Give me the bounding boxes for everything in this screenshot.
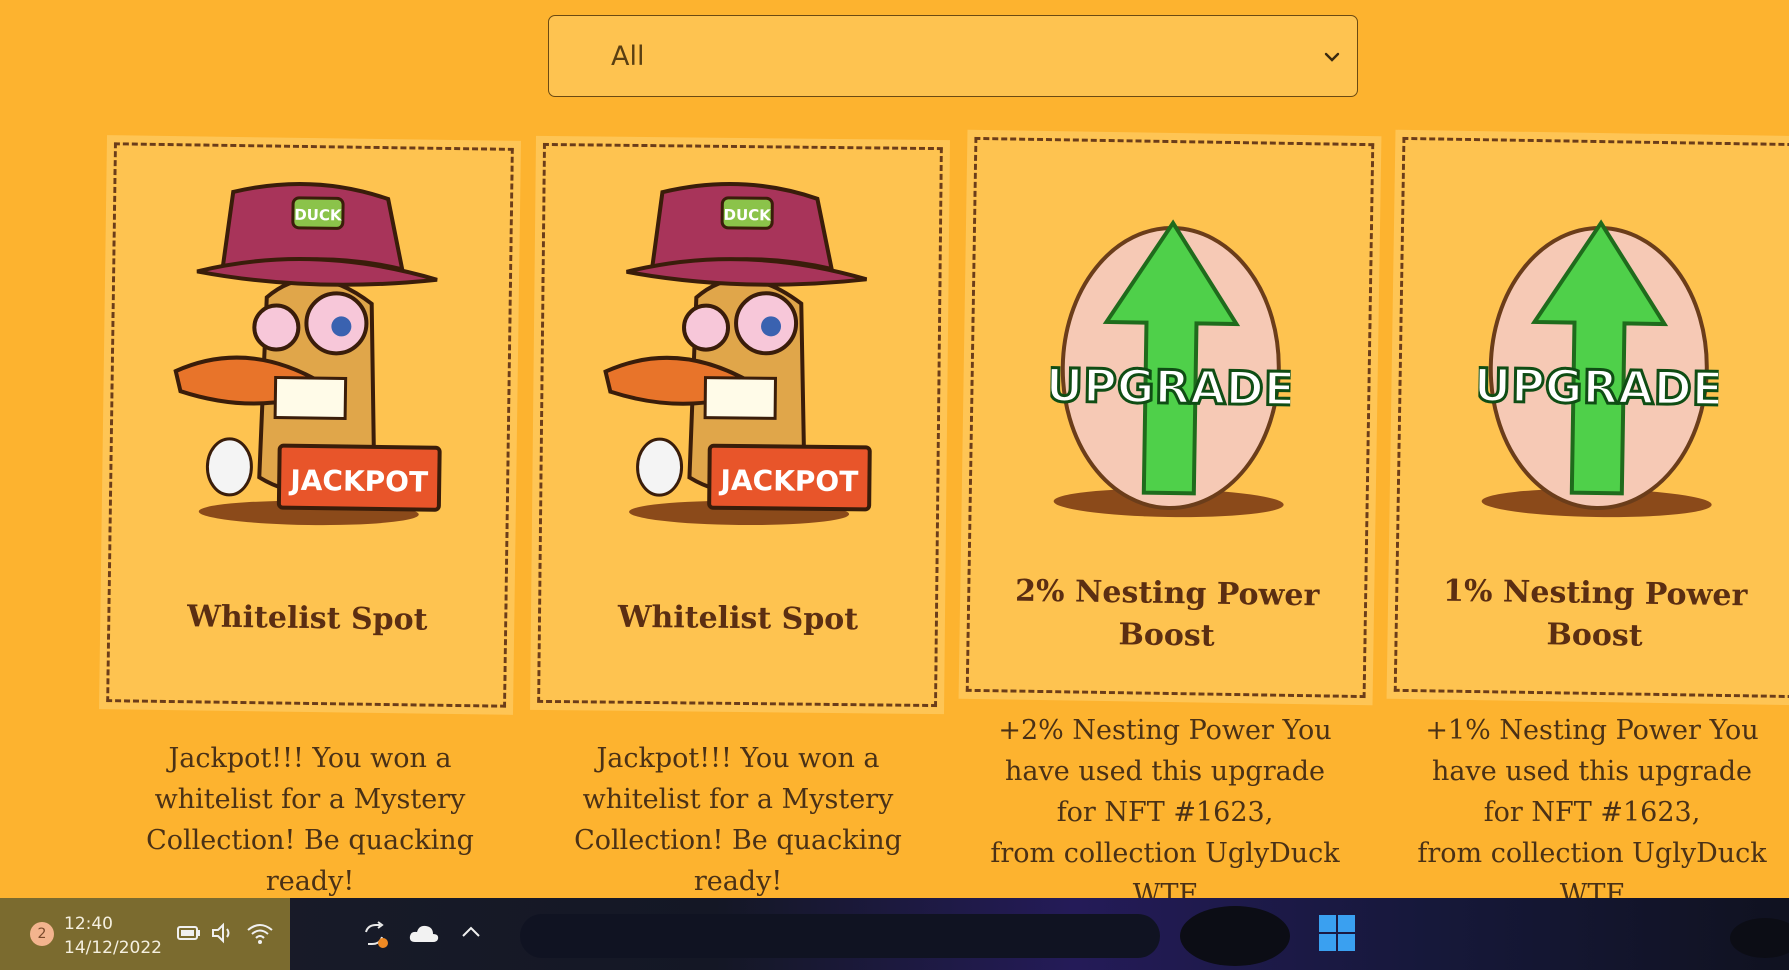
upgrade-label: UPGRADE — [1048, 358, 1293, 416]
reward-card[interactable]: DUCK JACKPOT Whitelist Spot — [98, 135, 522, 715]
chevron-up-icon[interactable] — [458, 920, 484, 946]
taskbar-tray: 2 12:40 14/12/2022 — [0, 898, 290, 970]
card-description: Jackpot!!! You won a whitelist for a Mys… — [574, 743, 902, 897]
onedrive-cloud-icon[interactable] — [408, 920, 440, 948]
jackpot-duck-image: DUCK JACKPOT — [173, 182, 442, 526]
card-title: 2% Nesting Power Boost — [1014, 573, 1320, 654]
card-title: 1% Nesting Power Boost — [1442, 573, 1748, 654]
jackpot-sign: JACKPOT — [288, 464, 428, 499]
upgrade-egg-image: UPGRADE — [1476, 219, 1721, 518]
hat-label: DUCK — [294, 206, 343, 225]
clock[interactable]: 12:40 14/12/2022 — [64, 912, 162, 960]
battery-icon[interactable] — [176, 920, 202, 946]
blurred-region — [520, 914, 1160, 958]
blurred-region — [1730, 918, 1789, 958]
windows-start-icon[interactable] — [1318, 914, 1356, 952]
card-description: Jackpot!!! You won a whitelist for a Mys… — [146, 743, 474, 897]
sync-icon[interactable] — [360, 920, 390, 950]
card-title: Whitelist Spot — [617, 599, 859, 638]
clock-date: 14/12/2022 — [64, 938, 162, 958]
blurred-region — [1180, 906, 1290, 966]
reward-card[interactable]: UPGRADE 2% Nesting Power Boost — [958, 129, 1382, 706]
card-description: +2% Nesting Power You have used this upg… — [990, 715, 1340, 910]
wifi-icon[interactable] — [246, 920, 274, 946]
taskbar: 2 12:40 14/12/2022 — [0, 898, 1789, 970]
jackpot-duck-image: DUCK JACKPOT — [603, 182, 872, 526]
chevron-down-icon — [1324, 52, 1340, 62]
filter-select[interactable]: All — [548, 15, 1358, 97]
reward-card[interactable]: DUCK JACKPOT Whitelist Spot — [529, 135, 951, 715]
hat-label: DUCK — [723, 206, 772, 225]
volume-icon[interactable] — [210, 920, 236, 946]
jackpot-sign: JACKPOT — [718, 464, 858, 498]
reward-card[interactable]: UPGRADE 1% Nesting Power Boost — [1386, 129, 1789, 706]
notification-badge[interactable]: 2 — [30, 922, 54, 946]
card-description: +1% Nesting Power You have used this upg… — [1417, 715, 1767, 910]
upgrade-label: UPGRADE — [1476, 358, 1721, 416]
upgrade-egg-image: UPGRADE — [1048, 219, 1293, 518]
filter-selected-value: All — [611, 40, 645, 72]
card-title: Whitelist Spot — [186, 599, 428, 638]
clock-time: 12:40 — [64, 914, 113, 934]
